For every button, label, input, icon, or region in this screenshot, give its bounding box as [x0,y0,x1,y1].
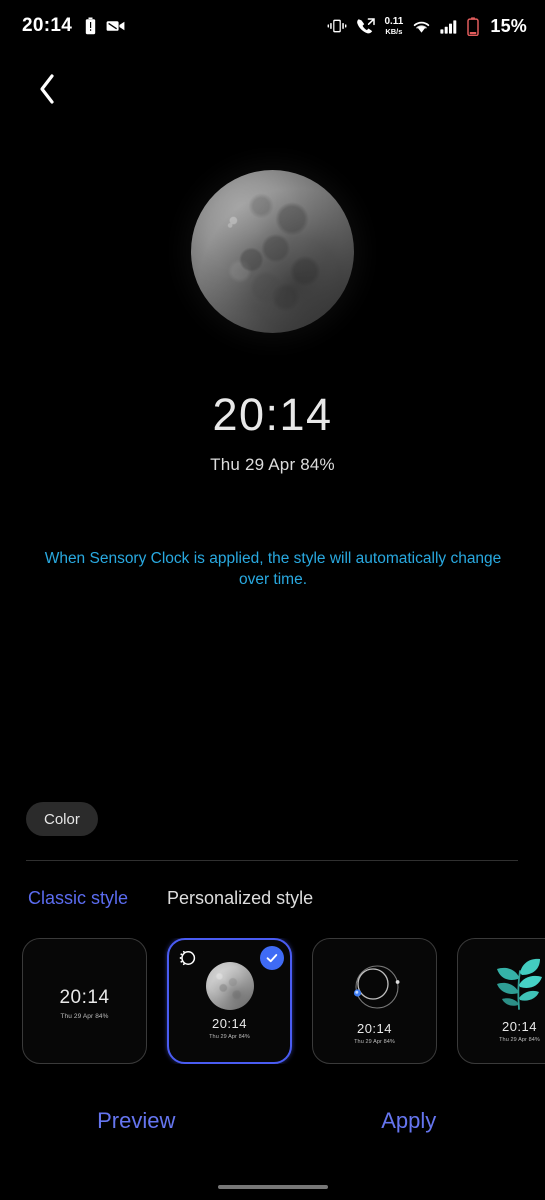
home-indicator[interactable] [217,1185,328,1189]
status-bar-right-icons: 0.11 KB/s 15% [327,16,527,37]
status-bar-left-icons [85,17,125,35]
wifi-icon [412,19,431,34]
tab-classic-style[interactable]: Classic style [26,884,130,913]
sensory-clock-icon [177,948,197,968]
lockscreen-style-picker-screen: 20:14 0.11 KB/s 15% 20:14 Thu 29 Apr 84%… [0,0,545,1200]
thumbnail-date: Thu 29 Apr 84% [354,1039,395,1045]
thumbnail-moon-icon [206,962,254,1010]
vibrate-icon [327,18,347,34]
style-thumbnail-orbit-clock[interactable]: 20:14 Thu 29 Apr 84% [312,938,437,1064]
status-bar: 20:14 0.11 KB/s 15% [0,0,545,52]
section-divider [26,860,518,861]
apply-button[interactable]: Apply [273,1100,545,1142]
style-thumbnail-list[interactable]: 20:14 Thu 29 Apr 84% 20:14 Thu 29 Apr 84… [22,938,545,1064]
selected-check-badge [260,946,284,970]
thumbnail-clock: 20:14 [211,1016,248,1031]
color-chip-button[interactable]: Color [26,802,98,836]
thumbnail-date: Thu 29 Apr 84% [60,1013,109,1020]
back-button[interactable] [18,64,76,118]
preview-date: Thu 29 Apr 84% [210,455,335,474]
network-speed-indicator: 0.11 KB/s [384,15,404,36]
status-bar-clock: 20:14 [22,15,73,36]
style-thumbnail-plant-clock[interactable]: 20:14 Thu 29 Apr 84% [457,938,545,1064]
sensory-clock-info-text: When Sensory Clock is applied, the style… [44,550,502,588]
footer-actions: Preview Apply [0,1100,545,1142]
thumbnail-clock: 20:14 [501,1019,538,1034]
preview-moon-wallpaper [191,170,354,333]
style-tabs: Classic style Personalized style [26,884,315,913]
missed-call-icon [356,17,376,35]
thumbnail-clock: 20:14 [356,1021,393,1036]
moon-icon [191,170,354,333]
thumbnail-date: Thu 29 Apr 84% [499,1037,540,1043]
network-speed-value: 0.11 [384,15,404,27]
preview-button[interactable]: Preview [0,1100,273,1142]
check-icon [266,954,278,963]
chevron-left-icon [37,73,57,110]
network-speed-unit: KB/s [385,26,403,36]
thumbnail-clock: 20:14 [59,987,110,1008]
battery-percentage: 15% [490,15,527,36]
style-thumbnail-sensory-moon[interactable]: 20:14 Thu 29 Apr 84% [167,938,292,1064]
battery-alert-icon [85,17,96,35]
cellular-signal-icon [440,19,458,34]
preview-clock: 20:14 [212,389,333,440]
plant-leaves-icon [488,955,545,1013]
thumbnail-date: Thu 29 Apr 84% [209,1034,250,1040]
style-thumbnail-classic-clock[interactable]: 20:14 Thu 29 Apr 84% [22,938,147,1064]
battery-icon [467,16,480,36]
orbit-rings-icon [340,955,410,1019]
color-chip-label: Color [44,810,80,828]
tab-personalized-style[interactable]: Personalized style [165,884,315,913]
screen-recorder-icon [106,19,125,33]
